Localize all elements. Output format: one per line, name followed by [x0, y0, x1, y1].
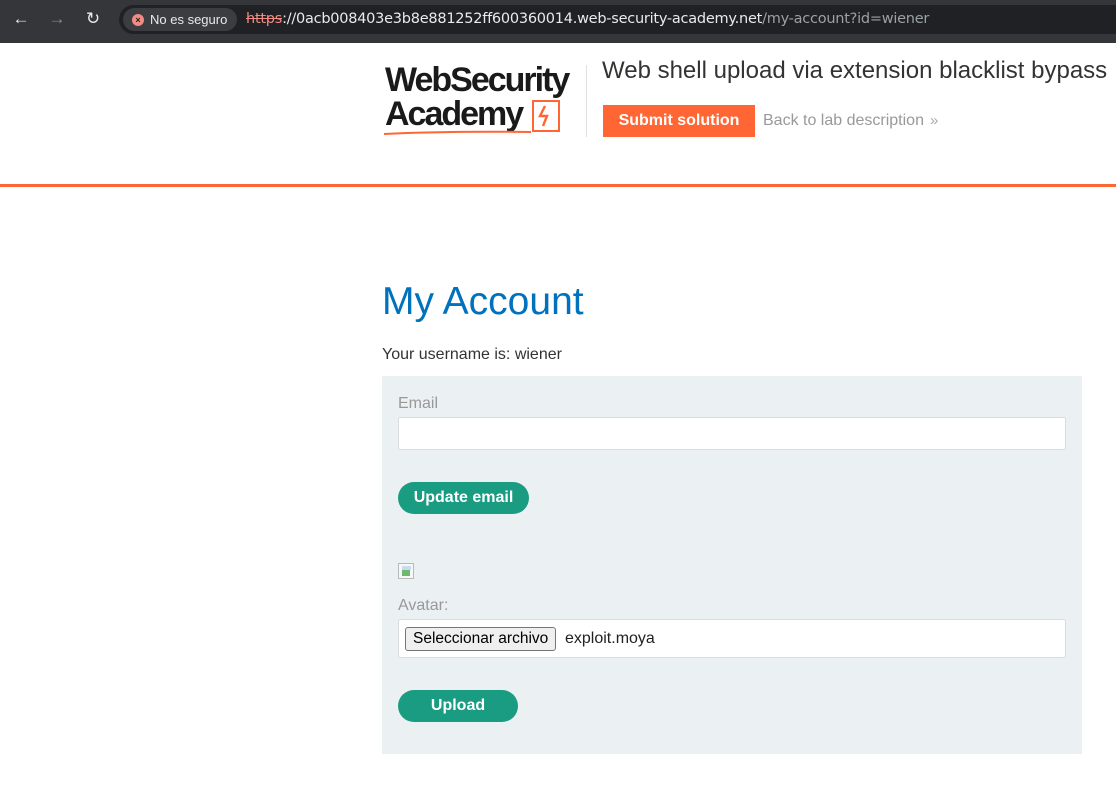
- upload-button[interactable]: Upload: [398, 690, 518, 722]
- not-secure-icon: ×: [132, 13, 144, 26]
- security-chip[interactable]: × No es seguro: [123, 8, 238, 31]
- back-arrow-icon[interactable]: ←: [8, 8, 34, 30]
- avatar-label: Avatar:: [398, 597, 449, 614]
- back-link-label: Back to lab description: [763, 112, 924, 129]
- lab-title: Web shell upload via extension blacklist…: [602, 57, 1108, 84]
- page-title: My Account: [382, 280, 584, 323]
- double-chevron-right-icon: »: [929, 112, 939, 129]
- header-rule: [0, 184, 1116, 187]
- account-form-panel: Email Update email Avatar: Seleccionar a…: [382, 376, 1082, 754]
- broken-avatar-image-icon: [398, 563, 414, 579]
- logo-underline-icon: [383, 130, 532, 135]
- url-scheme: https: [246, 11, 283, 27]
- username-text: Your username is: wiener: [382, 346, 562, 363]
- update-email-button[interactable]: Update email: [398, 482, 529, 514]
- submit-solution-button[interactable]: Submit solution: [603, 105, 755, 137]
- web-security-academy-logo[interactable]: WebSecurity Academy: [383, 62, 588, 142]
- email-label: Email: [398, 395, 439, 412]
- choose-file-button[interactable]: Seleccionar archivo: [405, 627, 557, 651]
- logo-bolt-icon: [532, 100, 560, 132]
- back-to-lab-description-link[interactable]: Back to lab description »: [763, 110, 938, 132]
- logo-text-line2: Academy: [385, 95, 524, 133]
- security-label: No es seguro: [150, 12, 228, 27]
- browser-toolbar: ← → ↻ × No es seguro https://0acb008403e…: [0, 0, 1116, 43]
- url-path: /my-account?id=wiener: [762, 11, 930, 27]
- header-divider: [586, 65, 587, 137]
- email-field[interactable]: [398, 417, 1066, 450]
- forward-arrow-icon[interactable]: →: [44, 8, 70, 30]
- reload-icon[interactable]: ↻: [80, 8, 106, 30]
- logo-text-line1: WebSecurity: [385, 61, 570, 99]
- url-host: ://0acb008403e3b8e881252ff600360014.web-…: [282, 11, 763, 27]
- url-text[interactable]: https://0acb008403e3b8e881252ff600360014…: [246, 5, 929, 34]
- avatar-file-input[interactable]: Seleccionar archivo exploit.moya: [398, 619, 1066, 658]
- chosen-file-name: exploit.moya: [565, 630, 655, 647]
- address-bar[interactable]: × No es seguro https://0acb008403e3b8e88…: [119, 5, 1116, 34]
